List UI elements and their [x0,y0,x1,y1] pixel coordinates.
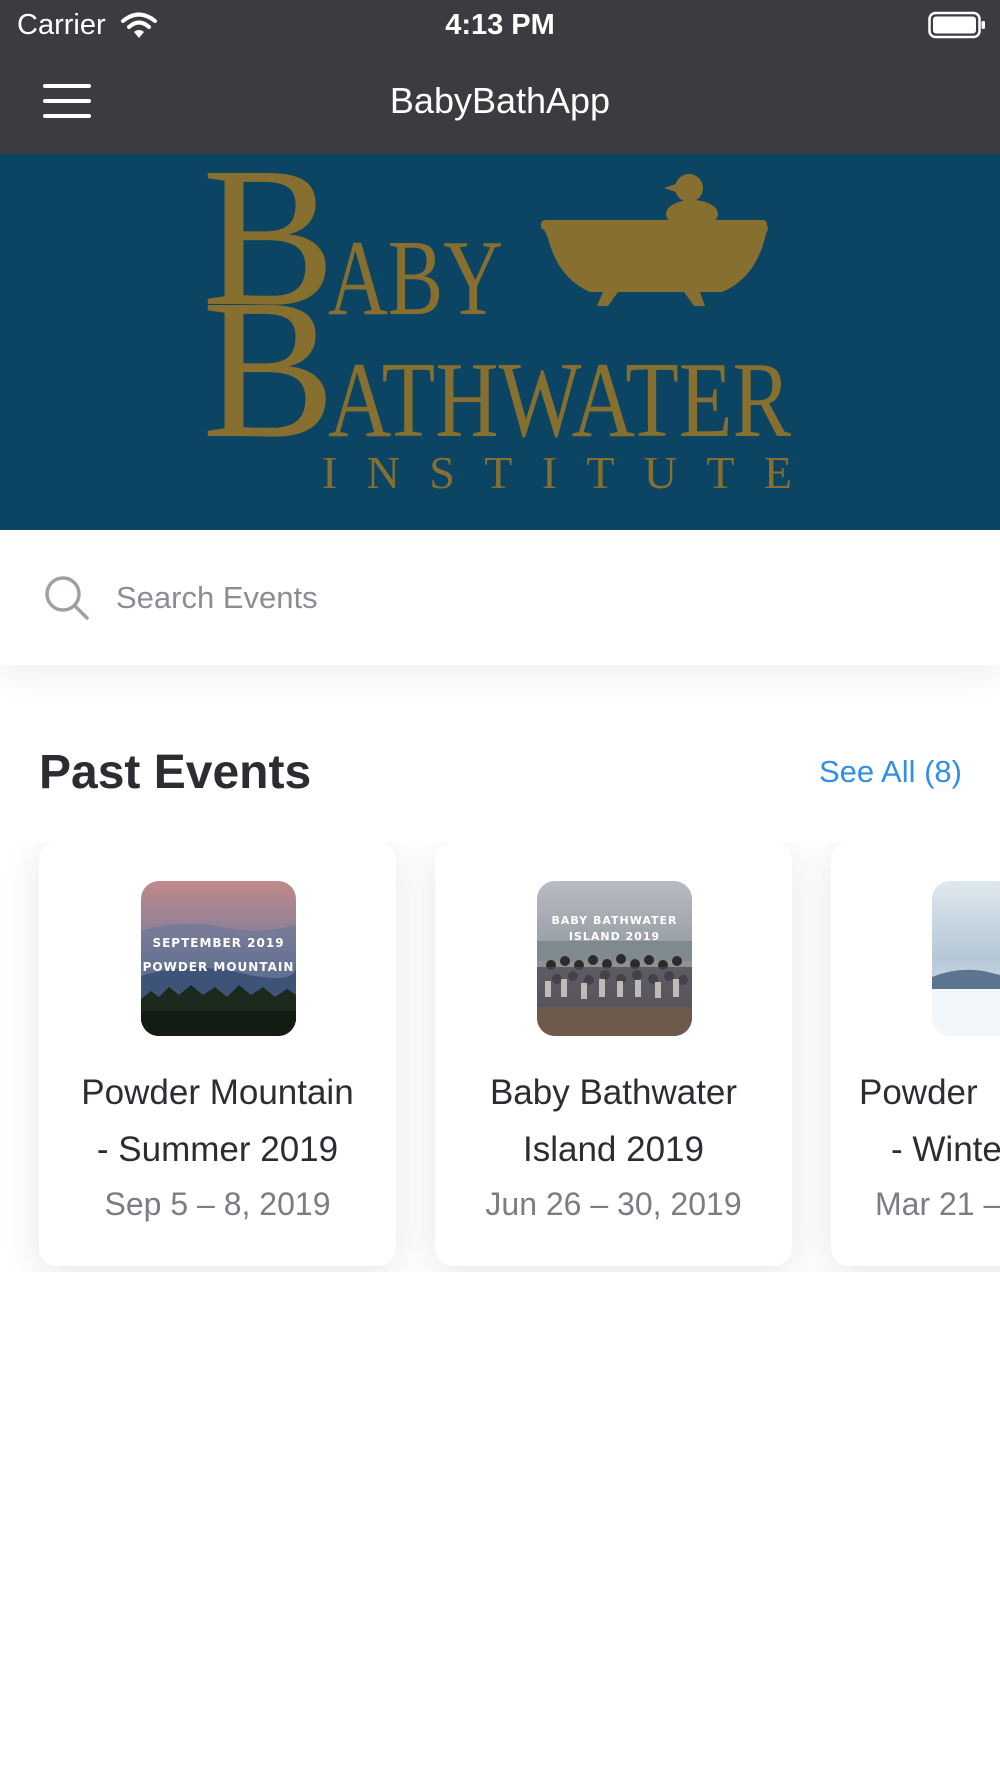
search-icon [45,576,89,620]
event-date: Sep 5 – 8, 2019 [104,1186,331,1222]
logo-word-athwater: ATHWATER [328,341,791,460]
thumb-text-line1: BABY BATHWATER [551,914,677,927]
status-time: 4:13 PM [445,9,555,41]
past-events-carousel[interactable]: SEPTEMBER 2019 POWDER MOUNTAIN Powder Mo… [0,842,1000,1272]
event-card[interactable]: SEPTEMBER 2019 POWDER MOUNTAIN Powder Mo… [39,842,396,1266]
event-card[interactable]: BABY BATHWATER ISLAND 2019 Baby Bathwate… [435,842,792,1266]
event-title-line2: - Summer 2019 [96,1130,339,1169]
see-all-link[interactable]: See All (8) [819,754,962,790]
event-title-line1: Powder Mountain [81,1073,354,1112]
thumb-text-line1: SEPTEMBER 2019 [152,936,284,950]
event-thumbnail: BABY BATHWATER ISLAND 2019 [537,881,692,1036]
event-card[interactable]: Powder - Winte Mar 21 – [831,842,1000,1266]
event-title-line1: Powder [859,1073,978,1112]
event-thumbnail [932,881,1000,1036]
search-input[interactable] [116,576,936,620]
thumb-text-line2: ISLAND 2019 [569,930,660,943]
battery-icon [928,11,985,39]
thumb-text-line2: POWDER MOUNTAIN [143,960,295,974]
event-thumbnail: SEPTEMBER 2019 POWDER MOUNTAIN [141,881,296,1036]
logo-initial-b2: B [202,259,335,480]
event-title: Powder Mountain - Summer 2019 [39,1064,396,1178]
past-events-title: Past Events [39,746,312,799]
logo-word-aby: ABY [328,219,503,338]
event-date: Jun 26 – 30, 2019 [485,1186,742,1222]
banner: B B ABY ATHWATER INSTITUTE [0,154,1000,530]
event-title: Powder - Winte [859,1064,1000,1178]
event-date: Mar 21 – [875,1186,1000,1222]
logo-subtitle: INSTITUTE [322,447,792,498]
bathtub-duck-icon [541,174,768,306]
event-title-line1: Baby Bathwater [489,1073,738,1112]
event-title-line2: Island 2019 [523,1130,704,1169]
event-title: Baby Bathwater Island 2019 [435,1064,792,1178]
institute-logo: B B ABY ATHWATER INSTITUTE [202,154,792,498]
event-title-line2: - Winte [891,1130,1000,1169]
nav-title: BabyBathApp [389,80,611,121]
top-bar: Carrier 4:13 PM BabyBathApp [0,0,1000,154]
